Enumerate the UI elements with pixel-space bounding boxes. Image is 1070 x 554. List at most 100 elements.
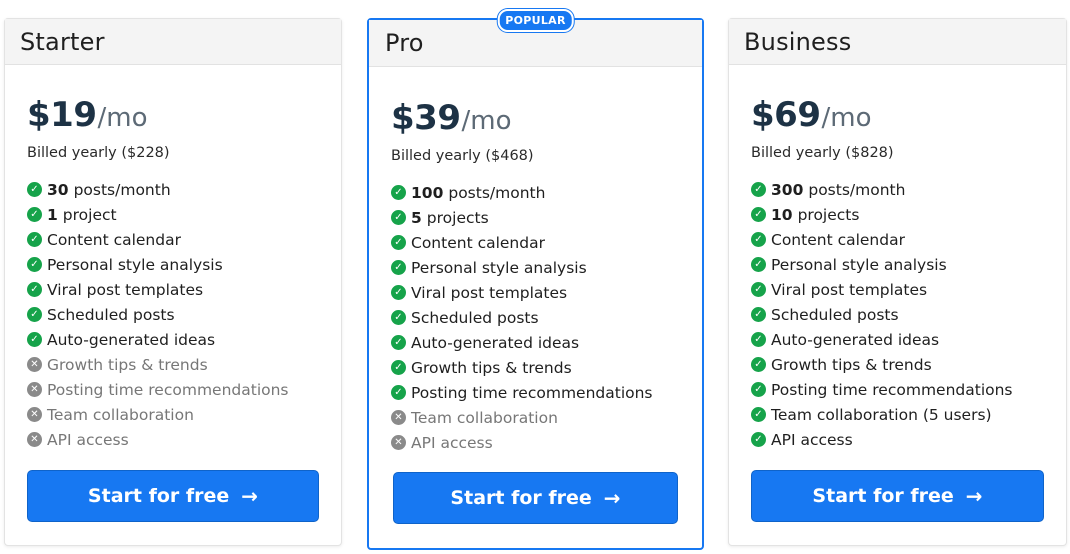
feature-item: ✓ Auto-generated ideas: [751, 327, 1044, 352]
price-period: /mo: [461, 106, 512, 136]
feature-label: projects: [797, 205, 860, 224]
feature-quantity: 5: [411, 208, 422, 227]
check-circle-icon: ✓: [751, 232, 766, 247]
feature-item: ✓ Team collaboration (5 users): [751, 402, 1044, 427]
feature-item: ✓ 300 posts/month: [751, 177, 1044, 202]
feature-label: Growth tips & trends: [411, 358, 572, 377]
check-circle-icon: ✓: [391, 360, 406, 375]
arrow-right-icon: →: [603, 486, 621, 510]
feature-list: ✓ 300 posts/month ✓ 10 projects ✓ Content calen…: [751, 177, 1044, 452]
check-circle-icon: ✓: [27, 207, 42, 222]
feature-item: ✓ Personal style analysis: [391, 255, 680, 280]
feature-quantity: 1: [47, 205, 58, 224]
feature-label: project: [62, 205, 117, 224]
feature-item: ✓ 100 posts/month: [391, 180, 680, 205]
x-circle-icon: ✕: [27, 407, 42, 422]
check-circle-icon: ✓: [391, 310, 406, 325]
feature-label: Personal style analysis: [411, 258, 587, 277]
check-circle-icon: ✓: [391, 185, 406, 200]
feature-label: Content calendar: [771, 230, 905, 249]
feature-item: ✓ Personal style analysis: [27, 252, 319, 277]
price-row: $19 /mo: [27, 95, 319, 135]
x-circle-icon: ✕: [27, 432, 42, 447]
feature-label: Team collaboration: [411, 408, 558, 427]
feature-quantity: 10: [771, 205, 793, 224]
feature-label: Personal style analysis: [47, 255, 223, 274]
feature-label: Posting time recommendations: [47, 380, 289, 399]
feature-item: ✓ Growth tips & trends: [751, 352, 1044, 377]
feature-label: Scheduled posts: [771, 305, 899, 324]
plan-body: $69 /mo Billed yearly ($828) ✓ 300 posts/m…: [729, 95, 1066, 452]
feature-quantity: 100: [411, 183, 444, 202]
price-row: $39 /mo: [391, 98, 680, 138]
check-circle-icon: ✓: [391, 285, 406, 300]
check-circle-icon: ✓: [751, 307, 766, 322]
plan-name: Starter: [20, 27, 105, 56]
feature-label: Content calendar: [411, 233, 545, 252]
plan-body: $19 /mo Billed yearly ($228) ✓ 30 posts/mo…: [5, 95, 341, 452]
feature-quantity: 30: [47, 180, 69, 199]
x-circle-icon: ✕: [27, 382, 42, 397]
check-circle-icon: ✓: [751, 432, 766, 447]
feature-item: ✓ 30 posts/month: [27, 177, 319, 202]
feature-item: ✓ Content calendar: [391, 230, 680, 255]
check-circle-icon: ✓: [391, 385, 406, 400]
feature-label: Viral post templates: [771, 280, 928, 299]
check-circle-icon: ✓: [751, 407, 766, 422]
plan-card-starter: Starter $19 /mo Billed yearly ($228) ✓ 30…: [4, 18, 342, 546]
feature-label: API access: [47, 430, 129, 449]
feature-label: Team collaboration (5 users): [771, 405, 992, 424]
feature-item: ✓ Scheduled posts: [391, 305, 680, 330]
feature-item: ✓ Viral post templates: [27, 277, 319, 302]
feature-item: ✕ API access: [391, 430, 680, 455]
feature-item: ✓ API access: [751, 427, 1044, 452]
feature-item: ✓ Content calendar: [751, 227, 1044, 252]
feature-label: Posting time recommendations: [771, 380, 1013, 399]
billing-note: Billed yearly ($828): [751, 145, 894, 161]
feature-item: ✓ Viral post templates: [391, 280, 680, 305]
price: $69: [751, 95, 821, 135]
feature-label: Growth tips & trends: [771, 355, 932, 374]
feature-item: ✕ Team collaboration: [391, 405, 680, 430]
check-circle-icon: ✓: [27, 332, 42, 347]
feature-label: Scheduled posts: [47, 305, 175, 324]
feature-item: ✓ Scheduled posts: [27, 302, 319, 327]
feature-label: API access: [771, 430, 853, 449]
feature-item: ✕ API access: [27, 427, 319, 452]
feature-label: posts/month: [448, 183, 546, 202]
feature-label: Auto-generated ideas: [47, 330, 216, 349]
pricing-cards: Starter $19 /mo Billed yearly ($228) ✓ 30…: [0, 0, 1070, 554]
billing-note: Billed yearly ($228): [27, 145, 170, 161]
x-circle-icon: ✕: [27, 357, 42, 372]
feature-item: ✕ Growth tips & trends: [27, 352, 319, 377]
feature-quantity: 300: [771, 180, 804, 199]
feature-item: ✓ 5 projects: [391, 205, 680, 230]
price: $39: [391, 98, 461, 138]
feature-label: API access: [411, 433, 493, 452]
check-circle-icon: ✓: [751, 182, 766, 197]
feature-item: ✓ 1 project: [27, 202, 319, 227]
check-circle-icon: ✓: [751, 282, 766, 297]
plan-name: Business: [744, 27, 852, 56]
check-circle-icon: ✓: [751, 257, 766, 272]
plan-body: $39 /mo Billed yearly ($468) ✓ 100 posts/m…: [369, 98, 702, 455]
feature-item: ✓ Auto-generated ideas: [27, 327, 319, 352]
check-circle-icon: ✓: [751, 332, 766, 347]
check-circle-icon: ✓: [27, 282, 42, 297]
check-circle-icon: ✓: [27, 257, 42, 272]
check-circle-icon: ✓: [27, 232, 42, 247]
check-circle-icon: ✓: [751, 382, 766, 397]
start-for-free-button[interactable]: Start for free →: [393, 472, 678, 524]
x-circle-icon: ✕: [391, 435, 406, 450]
plan-card-business: Business $69 /mo Billed yearly ($828) ✓ 3…: [728, 18, 1067, 546]
feature-label: Growth tips & trends: [47, 355, 208, 374]
price-period: /mo: [821, 103, 872, 133]
feature-item: ✓ Scheduled posts: [751, 302, 1044, 327]
feature-item: ✓ Personal style analysis: [751, 252, 1044, 277]
feature-item: ✕ Posting time recommendations: [27, 377, 319, 402]
start-for-free-button[interactable]: Start for free →: [27, 470, 319, 522]
start-for-free-button[interactable]: Start for free →: [751, 470, 1044, 522]
price-period: /mo: [97, 103, 148, 133]
feature-label: Auto-generated ideas: [771, 330, 940, 349]
feature-item: ✕ Team collaboration: [27, 402, 319, 427]
